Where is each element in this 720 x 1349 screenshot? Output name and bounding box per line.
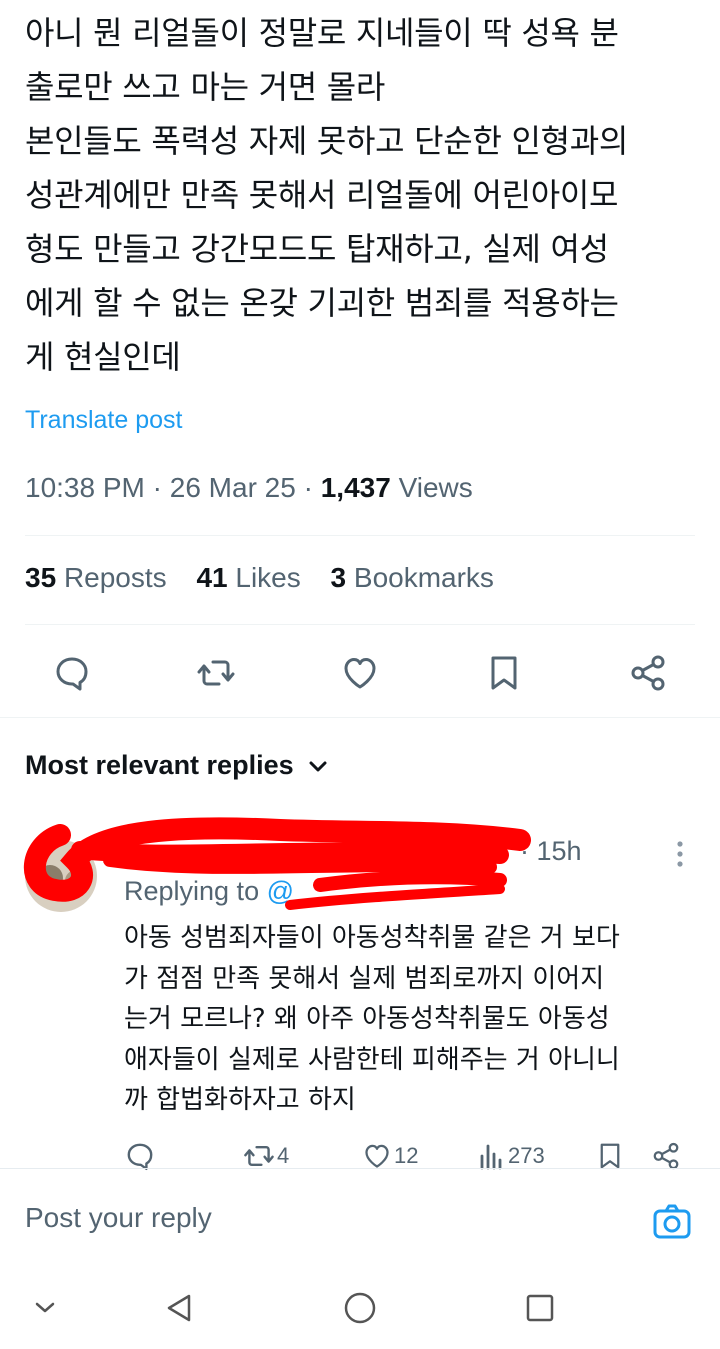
avatar[interactable]: [25, 840, 97, 912]
meta-separator: ·: [303, 472, 313, 503]
reposts-stat[interactable]: 35 Reposts: [25, 562, 167, 593]
reply-like-count: 12: [394, 1143, 419, 1168]
views-label[interactable]: Views: [399, 472, 473, 503]
section-divider: [0, 717, 720, 736]
post-text-line: 형도 만들고 강간모드도 탑재하고, 실제 여성: [25, 230, 609, 268]
divider: [25, 624, 695, 625]
like-icon[interactable]: [340, 653, 380, 693]
reply-compose-input[interactable]: Post your reply: [25, 1202, 212, 1234]
share-icon: [653, 1142, 679, 1170]
post-text-line: 출로만 쓰고 마는 거면 몰라: [25, 68, 386, 106]
reply-text-line: 아동 성범죄자들이 아동성착취물 같은 거 보다: [124, 923, 620, 953]
likes-count: 41: [196, 562, 228, 593]
reply-repost-count: 4: [277, 1143, 290, 1168]
reply-text-line: 애자들이 실제로 사람한테 피해주는 거 아니니: [124, 1044, 620, 1075]
post-text: 아니 뭔 리얼돌이 정말로 지네들이 딱 성욕 분 출로만 쓰고 마는 거면 몰…: [25, 6, 705, 384]
views-icon: [480, 1144, 502, 1170]
post-text-line: 아니 뭔 리얼돌이 정말로 지네들이 딱 성욕 분: [25, 14, 619, 52]
reply-text-line: 가 점점 만족 못해서 실제 범죄로까지 이어지: [124, 963, 605, 994]
post-time: 10:38 PM: [25, 472, 145, 503]
share-icon[interactable]: [628, 653, 668, 693]
system-nav-bar: [0, 1268, 720, 1349]
replies-sort-label: Most relevant replies: [25, 750, 294, 780]
more-options-icon[interactable]: [670, 838, 690, 870]
replying-to-handle[interactable]: @: [267, 876, 294, 906]
divider: [0, 1168, 720, 1169]
replying-to-label: Replying to: [124, 876, 260, 906]
reposts-count: 35: [25, 562, 57, 593]
back-icon[interactable]: [159, 1288, 199, 1328]
replying-to: Replying to @: [124, 876, 294, 907]
post-text-line: 성관계에만 만족 못해서 리얼돌에 어린아이모: [25, 176, 619, 214]
bookmark-icon[interactable]: [484, 653, 524, 693]
translate-post-link[interactable]: Translate post: [25, 406, 182, 435]
post-text-line: 게 현실인데: [25, 338, 181, 376]
chevron-down-icon: [309, 761, 327, 772]
reply-action-bar: 4 12 273: [0, 1136, 720, 1176]
likes-stat[interactable]: 41 Likes: [196, 562, 300, 593]
reply-text-line: 까 합법화하자고 하지: [124, 1085, 356, 1115]
post-meta: 10:38 PM · 26 Mar 25 · 1,437 Views: [25, 472, 473, 504]
bookmarks-stat[interactable]: 3 Bookmarks: [331, 562, 494, 593]
replies-sort-dropdown[interactable]: Most relevant replies: [25, 750, 329, 781]
reply-views-count: 273: [508, 1143, 545, 1168]
post-action-bar: [0, 645, 720, 701]
like-icon: [365, 1144, 389, 1168]
reposts-label: Reposts: [63, 562, 167, 593]
home-icon[interactable]: [340, 1288, 380, 1328]
repost-icon[interactable]: [196, 653, 236, 693]
post-stats: 35 Reposts 41 Likes 3 Bookmarks: [25, 562, 516, 594]
recent-apps-icon[interactable]: [520, 1288, 560, 1328]
post-text-line: 에게 할 수 없는 온갖 기괴한 범죄를 적용하는: [25, 284, 619, 322]
bookmarks-count: 3: [330, 562, 347, 593]
camera-icon[interactable]: [652, 1202, 692, 1242]
divider: [25, 535, 695, 536]
post-text-line: 본인들도 폭력성 자제 못하고 단순한 인형과의: [25, 122, 629, 160]
bookmark-icon: [600, 1143, 620, 1169]
reply-text: 아동 성범죄자들이 아동성착취물 같은 거 보다 가 점점 만족 못해서 실제 …: [124, 918, 704, 1121]
views-count: 1,437: [320, 472, 391, 503]
post-date: 26 Mar 25: [169, 472, 296, 503]
keyboard-hide-icon[interactable]: [25, 1288, 65, 1328]
reply-icon[interactable]: [52, 653, 92, 693]
bookmarks-label: Bookmarks: [353, 562, 494, 593]
meta-separator: ·: [152, 472, 162, 503]
reply-text-line: 는거 모르나? 왜 아주 아동성착취물도 아동성: [124, 1004, 610, 1034]
reply-time[interactable]: · 15h: [520, 836, 582, 867]
likes-label: Likes: [235, 562, 301, 593]
